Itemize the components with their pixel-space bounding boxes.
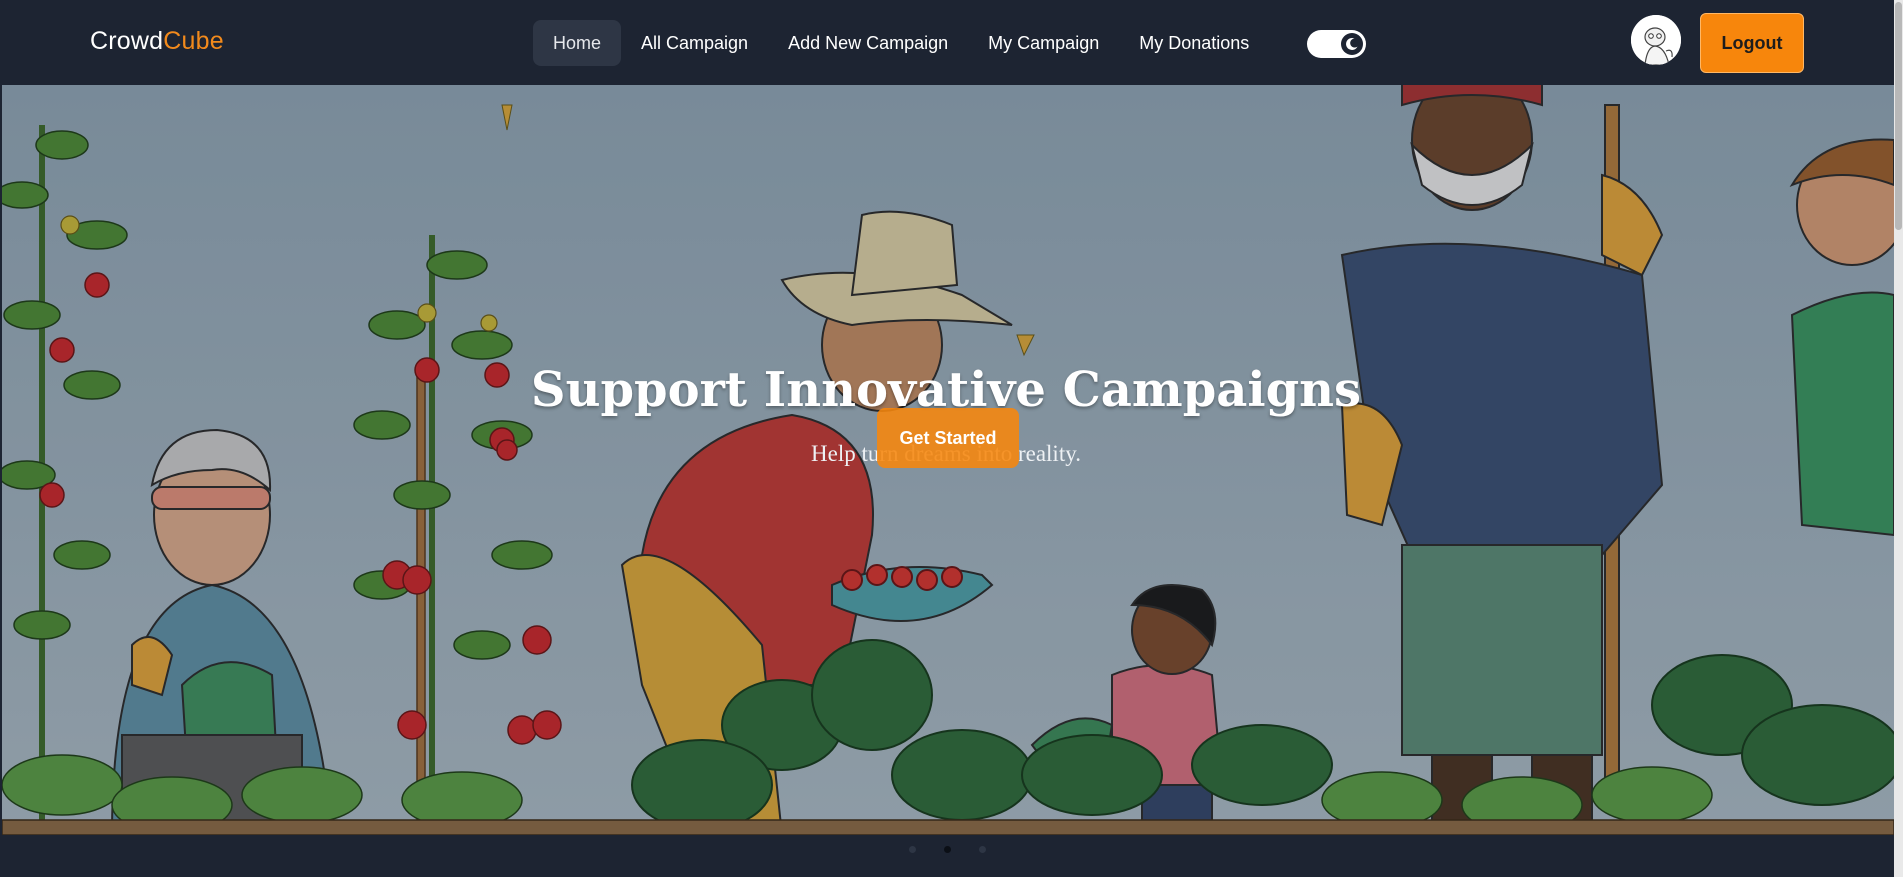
theme-toggle-knob (1341, 33, 1363, 55)
navbar: CrowdCube Home All Campaign Add New Camp… (0, 0, 1894, 85)
brand-name-part1: Crowd (90, 27, 164, 55)
nav-link-home[interactable]: Home (533, 20, 622, 66)
brand-name-part2: Cube (163, 27, 224, 55)
vertical-scrollbar[interactable] (1894, 0, 1903, 877)
scrollbar-thumb[interactable] (1895, 2, 1902, 230)
nav-link-my-donations[interactable]: My Donations (1119, 20, 1269, 66)
moon-icon (1346, 37, 1358, 50)
carousel-dot-2[interactable] (943, 846, 951, 853)
avatar-illustration (1631, 15, 1681, 65)
theme-toggle[interactable] (1307, 30, 1366, 58)
nav-links: Home All Campaign Add New Campaign My Ca… (533, 20, 1269, 66)
get-started-button[interactable]: Get Started (877, 408, 1019, 468)
carousel-dot-1[interactable] (908, 846, 916, 853)
nav-link-all-campaign[interactable]: All Campaign (621, 20, 768, 66)
carousel-dots (0, 846, 1894, 858)
user-avatar[interactable] (1631, 15, 1681, 65)
nav-link-add-new-campaign[interactable]: Add New Campaign (768, 20, 968, 66)
carousel-dot-3[interactable] (978, 846, 986, 853)
brand-logo[interactable]: CrowdCube (90, 27, 224, 56)
logout-button[interactable]: Logout (1700, 13, 1804, 73)
nav-link-my-campaign[interactable]: My Campaign (968, 20, 1119, 66)
app-frame: CrowdCube Home All Campaign Add New Camp… (0, 0, 1894, 877)
